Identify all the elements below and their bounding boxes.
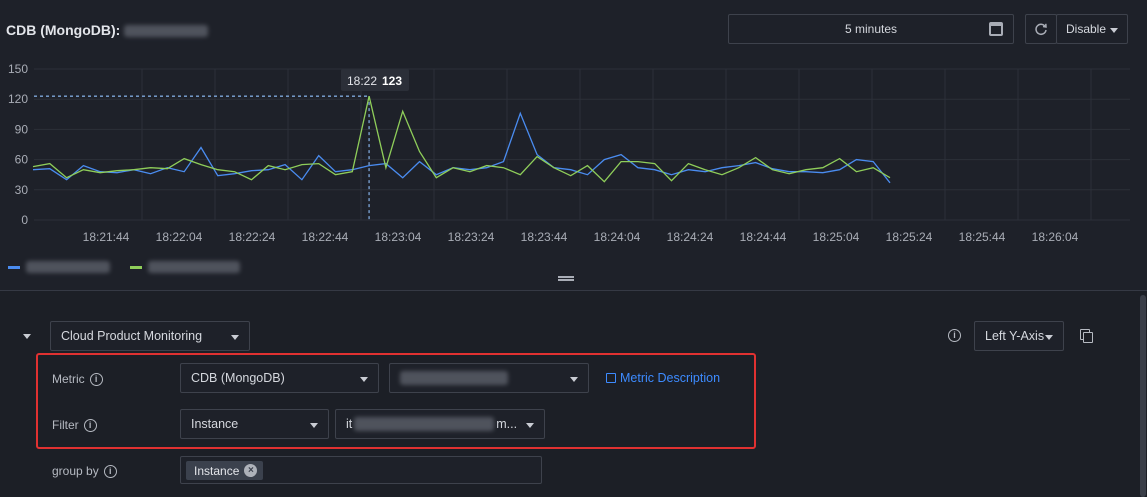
metric-label: Metric i <box>52 372 103 386</box>
y-axis-select[interactable]: Left Y-Axis <box>974 321 1064 351</box>
calendar-icon <box>989 22 1003 36</box>
chevron-down-icon <box>1045 335 1053 340</box>
auto-refresh-select[interactable]: Disable <box>1056 14 1128 44</box>
info-icon[interactable]: i <box>103 464 117 478</box>
x-tick-label: 18:25:04 <box>813 230 860 244</box>
filter-dimension-value: Instance <box>191 417 239 431</box>
refresh-button[interactable] <box>1025 14 1057 44</box>
info-icon[interactable]: i <box>89 372 103 386</box>
time-range-value: 5 minutes <box>844 22 898 36</box>
data-source-select[interactable]: Cloud Product Monitoring <box>50 321 250 351</box>
metric-namespace-value: CDB (MongoDB) <box>191 371 285 385</box>
chevron-down-icon <box>310 423 318 428</box>
series-line-blue[interactable] <box>32 111 891 184</box>
x-tick-label: 18:23:04 <box>375 230 422 244</box>
y-tick-label: 150 <box>8 62 28 76</box>
crosshair <box>34 95 370 220</box>
info-icon[interactable]: i <box>83 418 97 432</box>
y-tick-label: 120 <box>8 92 28 106</box>
x-tick-label: 18:23:44 <box>521 230 568 244</box>
metric-namespace-select[interactable]: CDB (MongoDB) <box>180 363 379 393</box>
filter-label: Filter i <box>52 418 97 432</box>
resize-handle[interactable] <box>558 276 574 281</box>
x-tick-label: 18:25:44 <box>959 230 1006 244</box>
x-tick-label: 18:25:24 <box>886 230 933 244</box>
y-axis-value: Left Y-Axis <box>985 329 1045 343</box>
redacted-metric-name <box>400 371 508 385</box>
chevron-down-icon <box>526 423 534 428</box>
y-axis-ticks: 150 120 90 60 30 0 <box>8 62 28 227</box>
x-tick-label: 18:23:24 <box>448 230 495 244</box>
groupby-tag-label: Instance <box>194 463 240 478</box>
time-range-picker[interactable]: 5 minutes <box>728 14 1014 44</box>
x-tick-label: 18:22:24 <box>229 230 276 244</box>
y-tick-label: 30 <box>15 183 29 197</box>
copy-icon[interactable] <box>1080 329 1093 343</box>
legend-item-series-b[interactable] <box>130 261 240 273</box>
chart-series <box>32 96 891 184</box>
metric-description-link[interactable]: Metric Description <box>606 371 720 385</box>
external-link-icon <box>606 373 616 383</box>
x-tick-label: 18:24:24 <box>667 230 714 244</box>
chevron-down-icon <box>570 377 578 382</box>
chevron-down-icon <box>360 377 368 382</box>
y-tick-label: 0 <box>21 213 28 227</box>
metric-name-select[interactable] <box>389 363 589 393</box>
scrollbar[interactable] <box>1139 291 1147 497</box>
x-tick-label: 18:22:44 <box>302 230 349 244</box>
data-source-value: Cloud Product Monitoring <box>61 329 203 343</box>
chevron-down-icon <box>231 335 239 340</box>
filter-instance-select[interactable]: it m... <box>335 409 545 439</box>
x-tick-label: 18:26:04 <box>1032 230 1079 244</box>
chart-tooltip: 18:22 123 <box>341 69 409 91</box>
y-tick-label: 60 <box>15 153 29 167</box>
chevron-down-icon <box>1110 28 1118 33</box>
groupby-label: group by i <box>52 464 117 478</box>
tooltip-time: 18:22 <box>347 74 377 88</box>
refresh-icon <box>1035 23 1047 36</box>
redacted-instance-id <box>354 417 495 431</box>
close-icon[interactable]: × <box>244 464 258 477</box>
info-icon[interactable]: i <box>948 329 961 342</box>
groupby-tag: Instance × <box>186 461 264 480</box>
redacted-legend-label <box>148 261 240 273</box>
x-tick-label: 18:24:44 <box>740 230 787 244</box>
x-tick-label: 18:21:44 <box>83 230 130 244</box>
filter-instance-suffix: m... <box>496 417 518 431</box>
line-chart[interactable]: 1501209060300 18:21:44 18:22:04 18:22:24 18… <box>0 55 1147 250</box>
chart-grid <box>34 68 1130 221</box>
x-tick-label: 18:24:04 <box>594 230 641 244</box>
collapse-chevron-icon[interactable] <box>23 334 31 339</box>
x-axis-ticks: 18:21:44 18:22:04 18:22:24 18:22:44 18:23:04… <box>83 230 1079 244</box>
redacted-legend-label <box>26 261 110 273</box>
filter-dimension-select[interactable]: Instance <box>180 409 329 439</box>
legend-swatch-blue <box>8 265 20 269</box>
groupby-input[interactable]: Instance × <box>180 456 542 484</box>
legend-item-series-a[interactable] <box>8 261 110 273</box>
auto-refresh-value: Disable <box>1066 22 1107 36</box>
chart-legend <box>8 261 240 273</box>
filter-instance-prefix: it <box>346 417 353 431</box>
y-tick-label: 90 <box>15 122 29 136</box>
tooltip-value: 123 <box>382 74 402 88</box>
chart-title: CDB (MongoDB): <box>6 22 209 38</box>
redacted-instance-name <box>124 25 209 38</box>
legend-swatch-green <box>130 265 142 269</box>
x-tick-label: 18:22:04 <box>156 230 203 244</box>
scrollbar-thumb[interactable] <box>1140 295 1146 497</box>
